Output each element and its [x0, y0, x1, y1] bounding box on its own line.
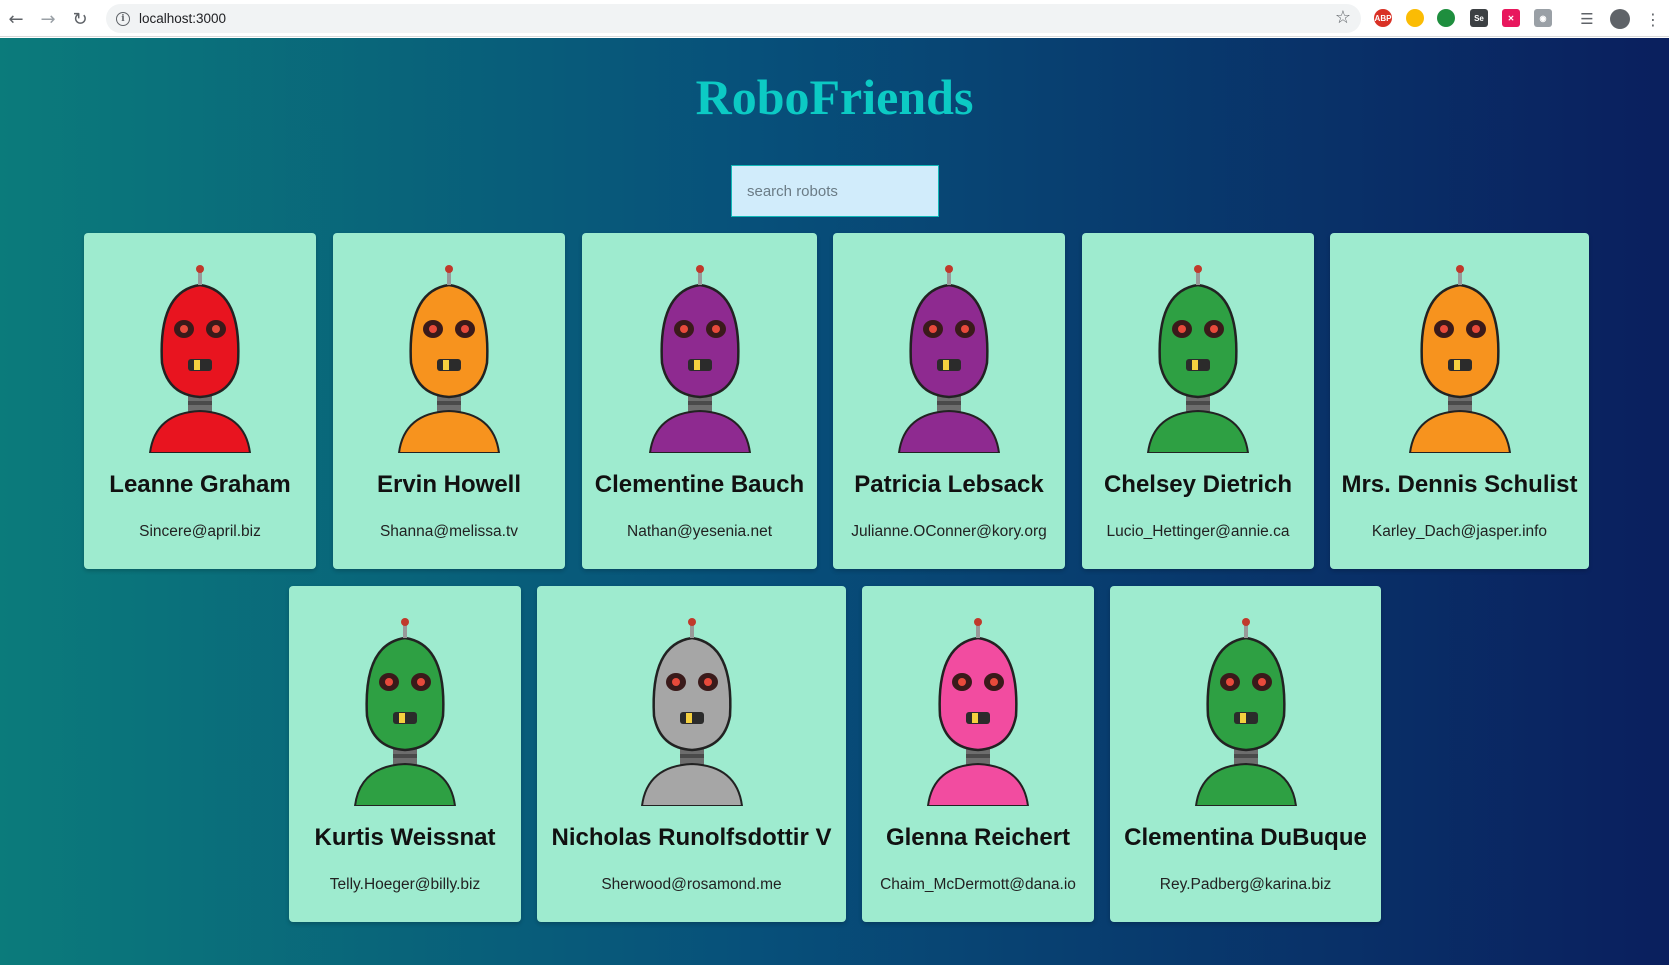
robot-email: Nathan@yesenia.net [627, 523, 772, 540]
robot-card[interactable]: Ervin Howell Shanna@melissa.tv [333, 233, 565, 569]
search-input[interactable] [731, 165, 939, 217]
robot-card[interactable]: Kurtis Weissnat Telly.Hoeger@billy.biz [289, 586, 521, 922]
robot-email: Sincere@april.biz [139, 523, 261, 540]
robofriends-page: RoboFriends Leanne Graham Sincere@april.b… [0, 38, 1669, 965]
selenium-icon[interactable]: Se [1470, 9, 1488, 27]
robot-email: Julianne.OConner@kory.org [851, 523, 1047, 540]
robot-name: Mrs. Dennis Schulist [1341, 471, 1578, 498]
robot-card[interactable]: Glenna Reichert Chaim_McDermott@dana.io [862, 586, 1094, 922]
robot-card[interactable]: Clementine Bauch Nathan@yesenia.net [582, 233, 817, 569]
chrome-ext-icon[interactable] [1406, 9, 1424, 27]
robot-name: Patricia Lebsack [854, 471, 1044, 498]
robot-avatar-icon [397, 265, 501, 453]
robot-card[interactable]: Patricia Lebsack Julianne.OConner@kory.or… [833, 233, 1065, 569]
browser-toolbar: ← → ↻ i localhost:3000 ☆ ABP Se ✕ ◉ ☰ ⋮ [0, 0, 1669, 37]
page-title: RoboFriends [695, 69, 974, 125]
robot-avatar-icon [148, 265, 252, 453]
robot-avatar-icon [1146, 265, 1250, 453]
adblock-icon[interactable]: ABP [1374, 9, 1392, 27]
address-bar[interactable]: i localhost:3000 ☆ [106, 4, 1361, 33]
robot-avatar-icon [1194, 618, 1297, 806]
menu-kebab-icon[interactable]: ⋮ [1642, 8, 1664, 30]
robot-email: Karley_Dach@jasper.info [1371, 523, 1548, 540]
robot-email: Rey.Padberg@karina.biz [1159, 876, 1332, 893]
robot-email: Chaim_McDermott@dana.io [880, 876, 1076, 893]
reload-icon[interactable]: ↻ [69, 8, 91, 30]
robot-avatar-icon [640, 618, 743, 806]
robot-name: Chelsey Dietrich [1103, 471, 1293, 498]
bookmark-star-icon[interactable]: ☆ [1335, 7, 1351, 28]
robot-avatar-icon [353, 618, 457, 806]
robot-name: Leanne Graham [109, 471, 291, 498]
info-icon[interactable]: i [116, 11, 130, 26]
ext-red-icon[interactable]: ✕ [1502, 9, 1520, 27]
robot-email: Telly.Hoeger@billy.biz [329, 876, 481, 893]
robot-name: Nicholas Runolfsdottir V [551, 824, 832, 851]
url-text: localhost:3000 [139, 11, 227, 26]
robot-name: Glenna Reichert [885, 824, 1071, 851]
robot-name: Clementine Bauch [594, 471, 805, 498]
profile-avatar-icon[interactable] [1610, 9, 1630, 29]
robot-name: Clementina DuBuque [1124, 824, 1367, 851]
robot-card[interactable]: Chelsey Dietrich Lucio_Hettinger@annie.ca [1082, 233, 1314, 569]
robot-card[interactable]: Clementina DuBuque Rey.Padberg@karina.biz [1110, 586, 1381, 922]
forward-icon[interactable]: → [37, 8, 59, 30]
clover-icon[interactable] [1437, 9, 1455, 27]
robot-email: Shanna@melissa.tv [379, 523, 519, 540]
robot-card[interactable]: Mrs. Dennis Schulist Karley_Dach@jasper.i… [1330, 233, 1589, 569]
robot-avatar-icon [1408, 265, 1511, 453]
back-icon[interactable]: ← [5, 8, 27, 30]
robot-card[interactable]: Nicholas Runolfsdottir V Sherwood@rosamon… [537, 586, 846, 922]
robot-name: Ervin Howell [376, 471, 522, 498]
robot-avatar-icon [648, 265, 751, 453]
playlist-icon[interactable]: ☰ [1576, 8, 1598, 30]
robot-avatar-icon [926, 618, 1030, 806]
robot-avatar-icon [897, 265, 1001, 453]
robot-email: Lucio_Hettinger@annie.ca [1106, 523, 1290, 540]
robot-card[interactable]: Leanne Graham Sincere@april.biz [84, 233, 316, 569]
robot-email: Sherwood@rosamond.me [601, 876, 782, 893]
camera-icon[interactable]: ◉ [1534, 9, 1552, 27]
robot-name: Kurtis Weissnat [314, 824, 496, 851]
